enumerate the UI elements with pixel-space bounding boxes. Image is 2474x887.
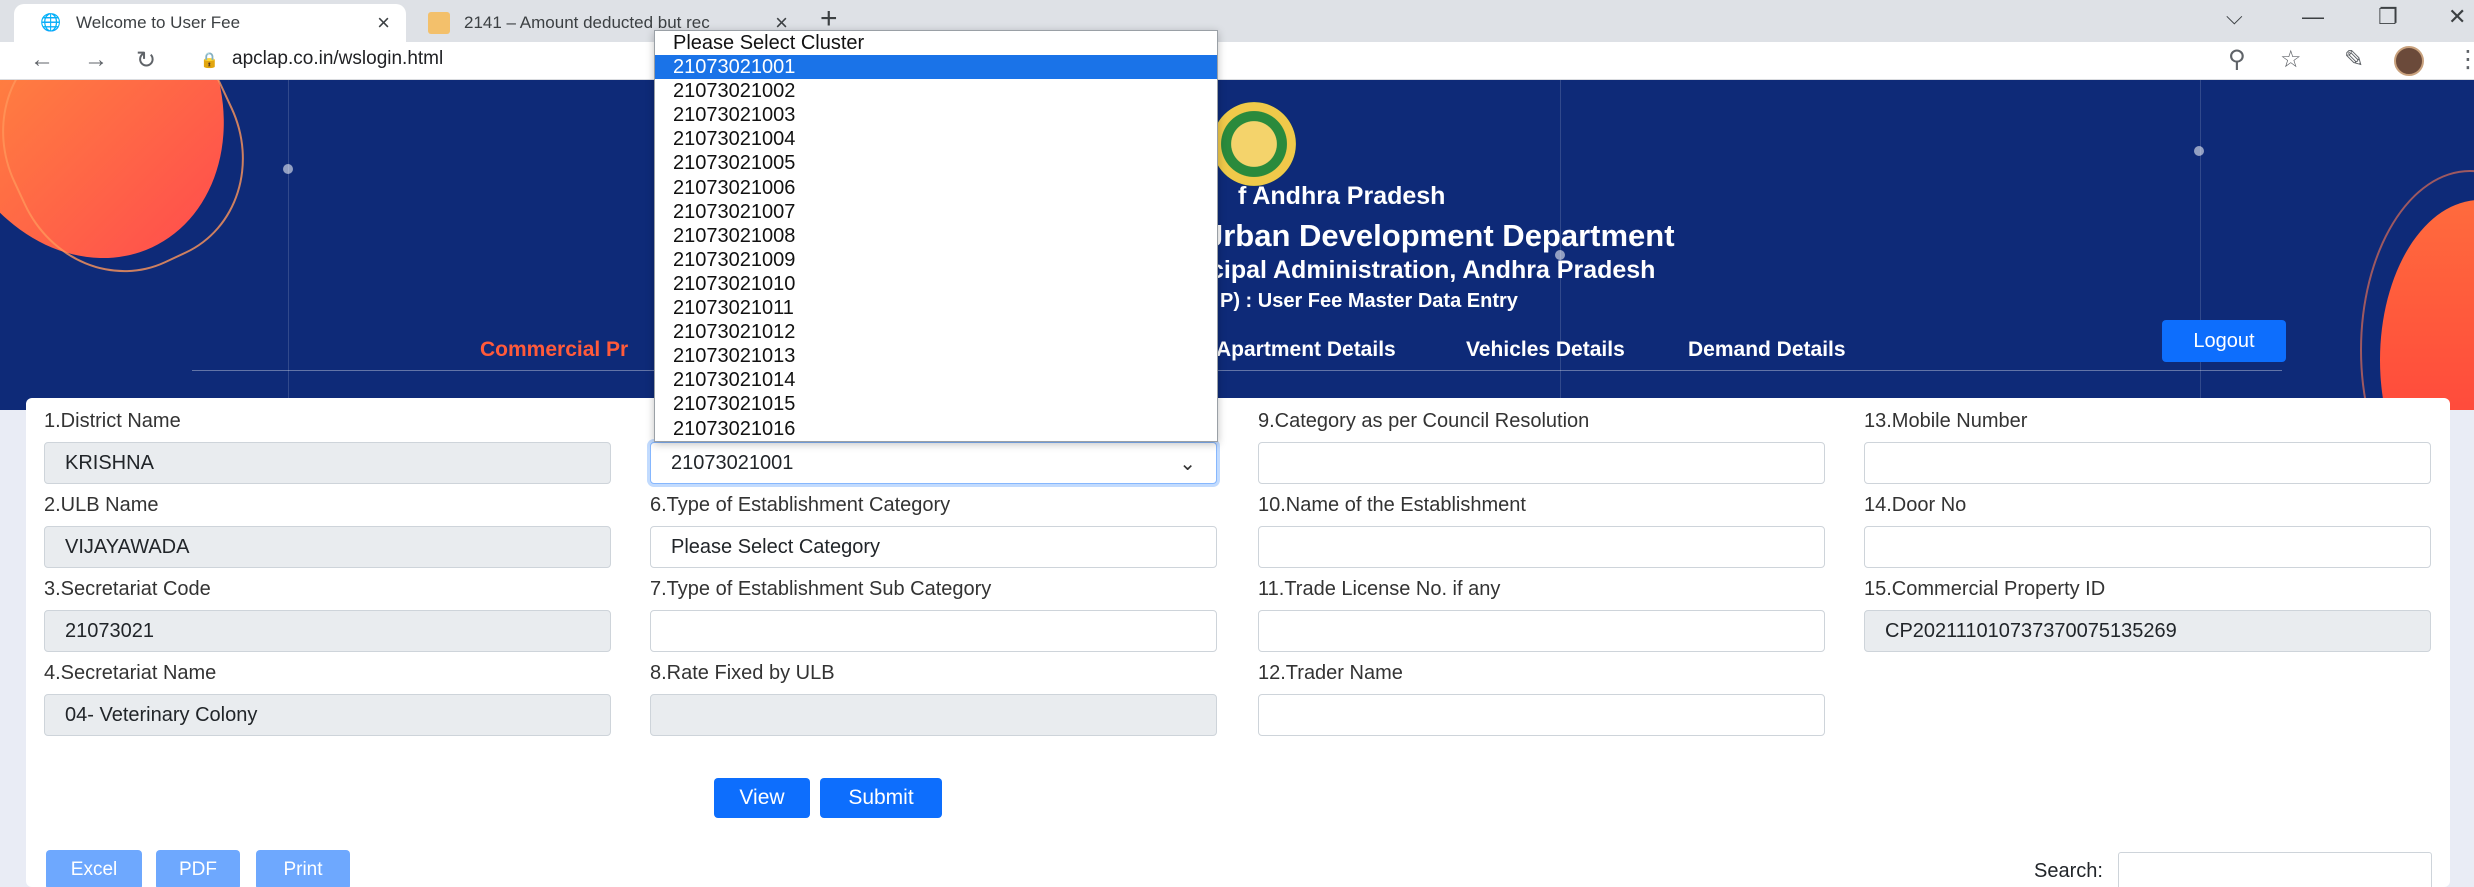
url-field[interactable]: apclap.co.in/wslogin.html — [232, 48, 443, 70]
cluster-option[interactable]: 21073021009 — [655, 248, 1217, 272]
menu-underline — [192, 370, 2282, 371]
header-subtitle: P) : User Fee Master Data Entry — [1220, 290, 1518, 312]
browser-tab-strip: 🌐 Welcome to User Fee × 2141 – Amount de… — [0, 0, 2474, 42]
header-line-1: f Andhra Pradesh — [1238, 182, 1446, 210]
export-excel-button[interactable]: Excel — [46, 850, 142, 887]
commercial-property-id-field[interactable]: CP202111010737370075135269 — [1864, 610, 2431, 652]
browser-tab-active[interactable]: 🌐 Welcome to User Fee × — [14, 4, 406, 42]
rate-fixed-field[interactable] — [650, 694, 1217, 736]
close-window-icon[interactable]: ✕ — [2448, 4, 2466, 30]
dropdown-placeholder-option[interactable]: Please Select Cluster — [655, 31, 1217, 55]
lock-icon[interactable]: 🔒 — [200, 51, 219, 69]
ulb-name-label: 2.ULB Name — [44, 494, 159, 516]
decor-dot — [283, 164, 293, 174]
menu-commercial-property[interactable]: Commercial Pr — [480, 338, 628, 362]
trade-license-field[interactable] — [1258, 610, 1825, 652]
cluster-option[interactable]: 21073021005 — [655, 151, 1217, 175]
cluster-option[interactable]: 21073021010 — [655, 272, 1217, 296]
trader-name-field[interactable] — [1258, 694, 1825, 736]
district-name-field[interactable]: KRISHNA — [44, 442, 611, 484]
establishment-category-label: 6.Type of Establishment Category — [650, 494, 951, 516]
establishment-category-select[interactable]: Please Select Category — [650, 526, 1217, 568]
cluster-option[interactable]: 21073021012 — [655, 320, 1217, 344]
cluster-option[interactable]: 21073021013 — [655, 344, 1217, 368]
secretariat-name-field[interactable]: 04- Veterinary Colony — [44, 694, 611, 736]
mobile-number-label: 13.Mobile Number — [1864, 410, 2028, 432]
header-title: Jrban Development Department — [1206, 218, 1675, 253]
establishment-subcategory-select[interactable] — [650, 610, 1217, 652]
decor-dot — [2194, 146, 2204, 156]
maximize-icon[interactable]: ❐ — [2378, 4, 2398, 30]
cluster-dropdown-list[interactable]: Please Select Cluster 21073021001 21073021… — [654, 30, 1218, 442]
forward-icon[interactable]: → — [84, 46, 108, 74]
state-emblem-logo — [1212, 102, 1296, 186]
establishment-subcategory-label: 7.Type of Establishment Sub Category — [650, 578, 992, 600]
secretariat-code-label: 3.Secretariat Code — [44, 578, 211, 600]
globe-icon: 🌐 — [40, 13, 62, 32]
more-menu-icon[interactable]: ⋮ — [2456, 45, 2474, 74]
tab-title: Welcome to User Fee — [76, 13, 241, 32]
council-category-field[interactable] — [1258, 442, 1825, 484]
chevron-down-icon: ⌄ — [1179, 452, 1196, 475]
cluster-option[interactable]: 21073021016 — [655, 417, 1217, 441]
cluster-option[interactable]: 21073021003 — [655, 103, 1217, 127]
cluster-select[interactable]: 21073021001 ⌄ — [650, 442, 1217, 484]
mobile-number-field[interactable] — [1864, 442, 2431, 484]
cluster-option[interactable]: 21073021011 — [655, 296, 1217, 320]
header-banner: f Andhra Pradesh Jrban Development Depar… — [0, 80, 2474, 410]
cluster-option[interactable]: 21073021007 — [655, 200, 1217, 224]
cluster-option[interactable]: 21073021001 — [655, 55, 1217, 80]
council-category-label: 9.Category as per Council Resolution — [1258, 410, 1590, 432]
decor-line — [288, 80, 289, 410]
cluster-option[interactable]: 21073021006 — [655, 176, 1217, 200]
close-tab-icon[interactable]: × — [377, 10, 390, 36]
print-button[interactable]: Print — [256, 850, 350, 887]
address-bar: ← → ↻ 🔒 apclap.co.in/wslogin.html ⚲ ☆ ✎ … — [0, 42, 2474, 80]
reload-icon[interactable]: ↻ — [136, 46, 156, 75]
cluster-option[interactable]: 21073021015 — [655, 392, 1217, 416]
search-input[interactable] — [2118, 852, 2432, 887]
search-label: Search: — [2034, 860, 2103, 882]
key-icon[interactable]: ⚲ — [2228, 45, 2246, 74]
district-name-label: 1.District Name — [44, 410, 181, 432]
back-icon[interactable]: ← — [30, 46, 54, 74]
minimize-icon[interactable]: — — [2302, 4, 2324, 30]
menu-vehicles-details[interactable]: Vehicles Details — [1466, 338, 1625, 362]
establishment-name-field[interactable] — [1258, 526, 1825, 568]
extensions-icon[interactable]: ✎ — [2344, 45, 2364, 74]
page-icon — [428, 12, 450, 34]
secretariat-code-field[interactable]: 21073021 — [44, 610, 611, 652]
rate-fixed-label: 8.Rate Fixed by ULB — [650, 662, 835, 684]
logout-button[interactable]: Logout — [2162, 320, 2286, 362]
ulb-name-field[interactable]: VIJAYAWADA — [44, 526, 611, 568]
submit-button[interactable]: Submit — [820, 778, 942, 818]
cluster-select-value: 21073021001 — [671, 451, 794, 474]
form-card: 1.District Name KRISHNA 2.ULB Name VIJAY… — [26, 398, 2450, 887]
menu-apartment-details[interactable]: Apartment Details — [1216, 338, 1396, 362]
tab-search-icon[interactable]: ⌵ — [2226, 4, 2243, 30]
establishment-name-label: 10.Name of the Establishment — [1258, 494, 1526, 516]
menu-demand-details[interactable]: Demand Details — [1688, 338, 1846, 362]
cluster-option[interactable]: 21073021002 — [655, 79, 1217, 103]
secretariat-name-label: 4.Secretariat Name — [44, 662, 217, 684]
trade-license-label: 11.Trade License No. if any — [1258, 578, 1501, 600]
door-no-field[interactable] — [1864, 526, 2431, 568]
cluster-option[interactable]: 21073021008 — [655, 224, 1217, 248]
header-line-3: cipal Administration, Andhra Pradesh — [1210, 256, 1656, 284]
decor-ring — [0, 80, 281, 307]
export-pdf-button[interactable]: PDF — [156, 850, 240, 887]
bookmark-star-icon[interactable]: ☆ — [2280, 45, 2302, 74]
trader-name-label: 12.Trader Name — [1258, 662, 1403, 684]
profile-avatar[interactable] — [2394, 46, 2424, 76]
door-no-label: 14.Door No — [1864, 494, 1967, 516]
view-button[interactable]: View — [714, 778, 810, 818]
commercial-property-id-label: 15.Commercial Property ID — [1864, 578, 2106, 600]
cluster-option[interactable]: 21073021004 — [655, 127, 1217, 151]
cluster-option[interactable]: 21073021014 — [655, 368, 1217, 392]
